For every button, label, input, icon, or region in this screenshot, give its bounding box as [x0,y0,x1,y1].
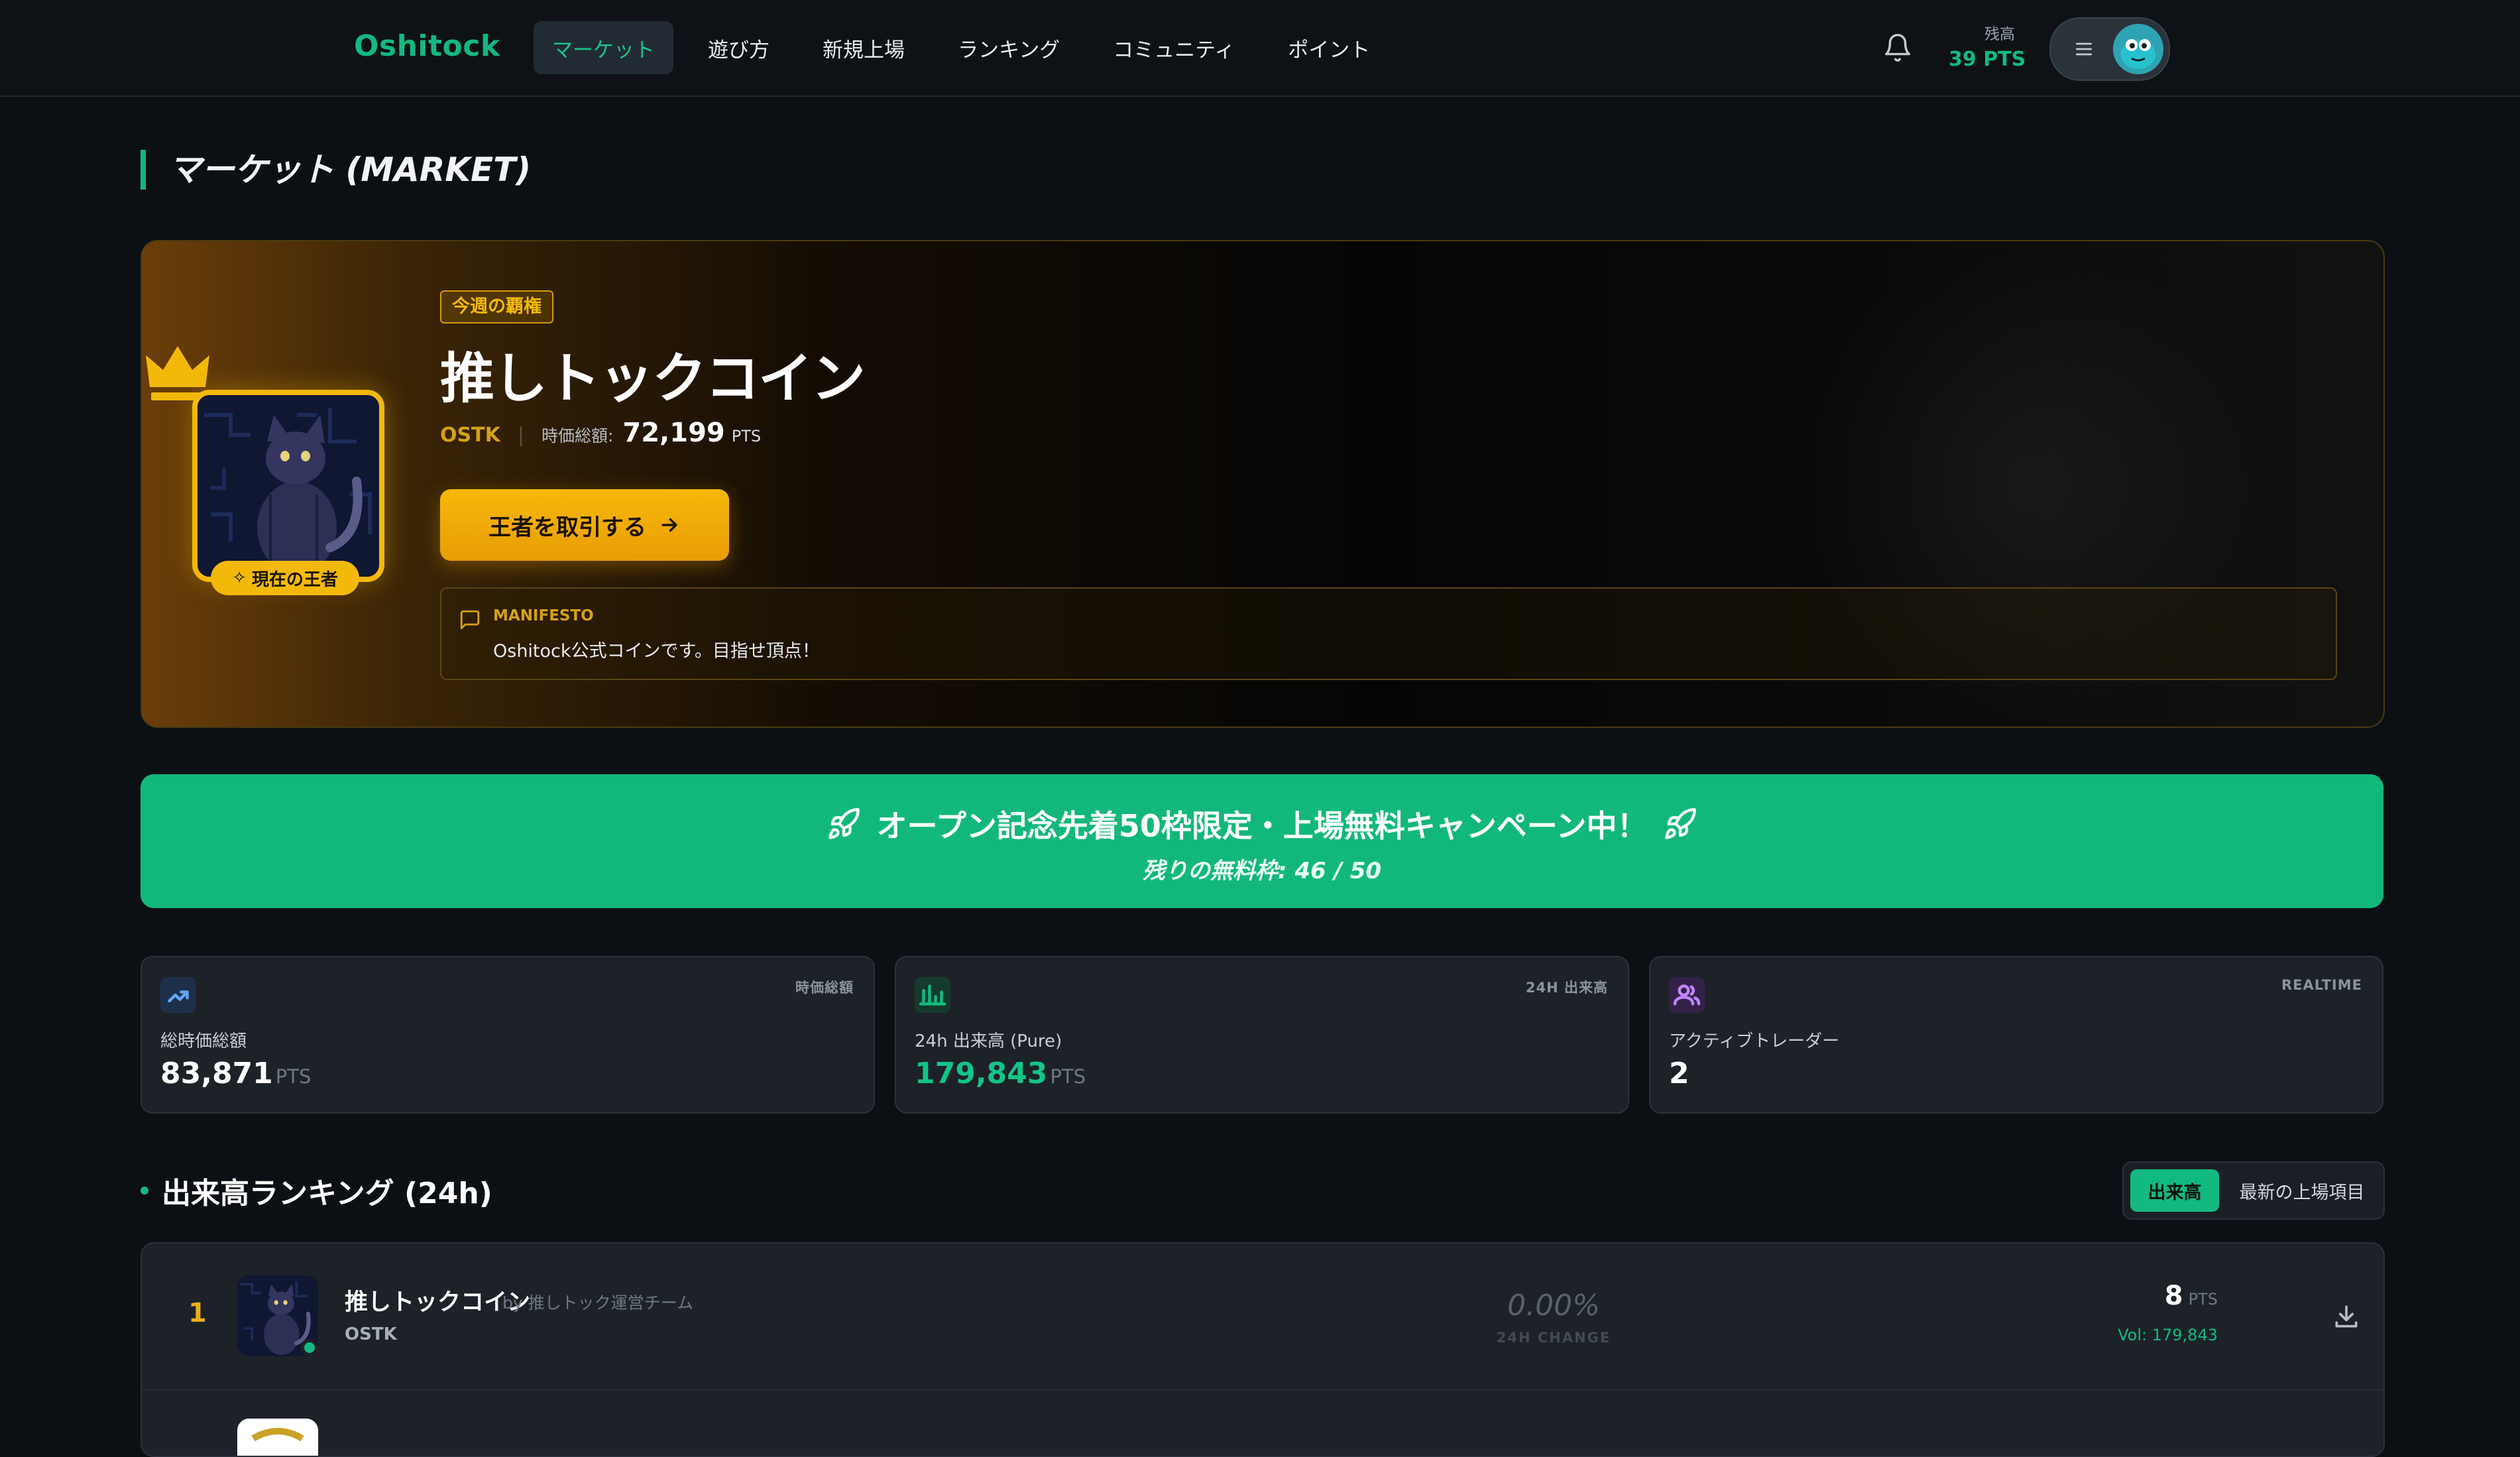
top-header: Oshitock マーケット 遊び方 新規上場 ランキング コミュニティ ポイン… [0,0,2520,97]
stat-card-volume: 24H 出来高 24h 出来高 (Pure) 179,843 PTS [895,956,1629,1114]
table-row[interactable]: 1 推しトックコイン by 推しトック運営チーム OSTK 0.00% 24H … [142,1244,2383,1391]
rank-number: 1 [188,1298,207,1328]
nav-item-market[interactable]: マーケット [534,21,673,74]
hero-meta: OSTK | 時価総額: 72,199 PTS [440,418,761,448]
nav-item-points[interactable]: ポイント [1269,21,1389,74]
stat-value-unit: PTS [1050,1065,1086,1088]
arrow-right-icon [661,518,677,532]
nav-item-ranking[interactable]: ランキング [939,21,1078,74]
trend-up-icon [160,977,196,1013]
stat-value-unit: PTS [275,1065,312,1088]
price-change-label: 24H CHANGE [1496,1330,1611,1346]
price-change: 0.00% [1507,1289,1600,1322]
nav-item-new-listing[interactable]: 新規上場 [804,21,923,74]
users-icon [1669,977,1705,1013]
king-coin-image[interactable] [192,390,384,582]
trade-king-button-label: 王者を取引する [488,514,646,541]
stat-value: 83,871 PTS [160,1057,311,1090]
tab-volume[interactable]: 出来高 [2130,1169,2219,1212]
manifesto-text: Oshitock公式コインです。目指せ頂点！ [493,641,820,662]
download-icon[interactable] [2332,1302,2361,1331]
market-cap-unit: PTS [731,427,762,445]
balance-value: 39 PTS [1949,48,2026,71]
coin-thumbnail [237,1419,318,1456]
campaign-headline: オープン記念先着50枠限定・上場無料キャンペーン中！ [876,808,1648,844]
heading-dot [141,1187,148,1195]
market-cap-label: 時価総額: [541,426,614,445]
app-logo[interactable]: Oshitock [354,29,500,63]
coin-symbol: OSTK [345,1324,397,1344]
rocket-icon [828,808,860,839]
main-nav: マーケット 遊び方 新規上場 ランキング コミュニティ ポイント [534,21,1389,74]
current-king-badge-label: 現在の王者 [251,569,338,590]
page-title: マーケット (MARKET) [141,150,531,190]
coin-volume: Vol: 179,843 [2118,1326,2218,1344]
king-hero-card: ✧ 現在の王者 今週の覇権 推しトックコイン OSTK | 時価総額: 72,1… [141,240,2385,728]
manifesto-label: MANIFESTO [493,607,594,624]
bell-icon[interactable] [1882,32,1913,64]
ranking-title: 出来高ランキング (24h) [162,1177,492,1210]
campaign-remaining: 残りの無料枠: 46 / 50 [1142,858,1382,884]
stat-value: 2 [1669,1057,1690,1090]
ranking-sort-toggle: 出来高 最新の上場項目 [2122,1161,2385,1220]
user-menu-button[interactable] [2049,17,2170,81]
manifesto-box: MANIFESTO Oshitock公式コインです。目指せ頂点！ [440,587,2337,680]
stat-label: アクティブトレーダー [1669,1031,1840,1051]
bar-chart-icon [915,977,950,1013]
hamburger-menu-icon [2076,42,2092,56]
coin-price-unit: PTS [2188,1290,2218,1309]
stat-value-number: 2 [1669,1057,1690,1090]
stat-value-number: 179,843 [915,1057,1048,1090]
ranking-heading: 出来高ランキング (24h) [141,1169,492,1212]
campaign-banner[interactable]: オープン記念先着50枠限定・上場無料キャンペーン中！ 残りの無料枠: 46 / … [141,774,2383,908]
ranking-list: 1 推しトックコイン by 推しトック運営チーム OSTK 0.00% 24H … [141,1242,2385,1457]
sparkles-icon: ✧ [232,568,247,588]
rocket-icon [1665,808,1697,839]
nav-item-how-to-play[interactable]: 遊び方 [689,21,788,74]
stat-value: 179,843 PTS [915,1057,1086,1090]
stat-label: 24h 出来高 (Pure) [915,1031,1062,1051]
stat-corner-label: 24H 出来高 [1525,980,1608,996]
hero-coin-name: 推しトックコイン [440,347,866,410]
meta-separator: | [517,424,524,447]
balance-label: 残高 [1984,26,2015,43]
campaign-headline-row: オープン記念先着50枠限定・上場無料キャンペーン中！ [141,802,2383,846]
avatar [2113,24,2163,74]
trade-king-button[interactable]: 王者を取引する [440,489,729,561]
nav-item-community[interactable]: コミュニティ [1094,21,1253,74]
weekly-tag: 今週の覇権 [440,290,553,323]
stat-card-active-traders: REALTIME アクティブトレーダー 2 [1649,956,2383,1114]
current-king-badge: ✧ 現在の王者 [211,561,359,595]
stat-corner-label: REALTIME [2281,977,2362,993]
stat-value-number: 83,871 [160,1057,273,1090]
stat-corner-label: 時価総額 [795,980,854,996]
coin-price: 8 PTS [2064,1281,2218,1311]
hero-symbol: OSTK [440,424,500,447]
market-cap-value: 72,199 [622,418,725,448]
coin-price-value: 8 [2164,1281,2183,1311]
balance-display: 残高 39 PTS [1949,21,2026,71]
message-square-icon [460,610,480,630]
coin-creator: by 推しトック運営チーム [502,1293,693,1312]
stat-card-market-cap: 時価総額 総時価総額 83,871 PTS [141,956,875,1114]
online-status-dot [301,1339,318,1356]
tab-latest-listings[interactable]: 最新の上場項目 [2227,1169,2377,1212]
stat-label: 総時価総額 [160,1031,247,1051]
